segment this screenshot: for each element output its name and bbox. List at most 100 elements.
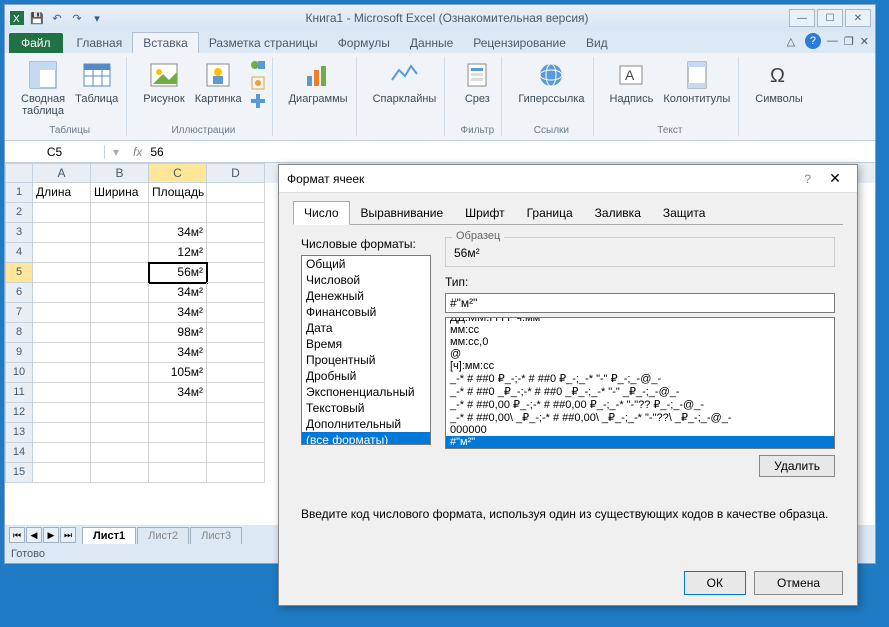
help-icon[interactable]: ?	[805, 33, 821, 49]
dialog-tab-4[interactable]: Заливка	[584, 201, 652, 225]
cell[interactable]	[207, 183, 265, 203]
col-header-B[interactable]: B	[91, 163, 149, 183]
row-header-1[interactable]: 1	[5, 183, 33, 203]
cancel-button[interactable]: Отмена	[754, 571, 843, 595]
header-footer-button[interactable]: Колонтитулы	[661, 57, 732, 107]
type-item[interactable]: _-* # ##0 _₽_-;-* # ##0 _₽_-;_-* "-" _₽_…	[446, 385, 834, 398]
cell[interactable]	[149, 463, 207, 483]
cell[interactable]: Длина	[33, 183, 91, 203]
cell[interactable]: 34м²	[149, 223, 207, 243]
col-header-C[interactable]: C	[149, 163, 207, 183]
cell[interactable]	[33, 263, 91, 283]
cell[interactable]	[33, 343, 91, 363]
cell[interactable]: 105м²	[149, 363, 207, 383]
row-header-7[interactable]: 7	[5, 303, 33, 323]
textbox-button[interactable]: AНадпись	[608, 57, 656, 107]
name-box[interactable]: C5	[5, 145, 105, 159]
hyperlink-button[interactable]: Гиперссылка	[516, 57, 586, 107]
tab-view[interactable]: Вид	[576, 33, 618, 53]
cell[interactable]	[91, 283, 149, 303]
row-header-11[interactable]: 11	[5, 383, 33, 403]
cell[interactable]: Площадь	[149, 183, 207, 203]
cell[interactable]	[207, 443, 265, 463]
dialog-tab-2[interactable]: Шрифт	[454, 201, 515, 225]
minimize-ribbon-icon[interactable]: △	[783, 33, 799, 49]
dialog-help-icon[interactable]: ?	[804, 172, 811, 186]
cell[interactable]	[207, 343, 265, 363]
row-header-8[interactable]: 8	[5, 323, 33, 343]
clipart-button[interactable]: Картинка	[193, 57, 244, 107]
maximize-button[interactable]: ☐	[817, 9, 843, 27]
cell[interactable]	[33, 383, 91, 403]
file-tab[interactable]: Файл	[9, 33, 63, 53]
cell[interactable]	[207, 323, 265, 343]
cell[interactable]	[207, 423, 265, 443]
qat-dropdown-icon[interactable]: ▾	[89, 10, 105, 26]
type-item[interactable]: @	[446, 348, 834, 360]
category-item[interactable]: Процентный	[302, 352, 430, 368]
type-list[interactable]: ДД.ММ.ГГГГ ч:мммм:ссмм:сс,0@[ч]:мм:сс_-*…	[445, 317, 835, 449]
cell[interactable]	[33, 243, 91, 263]
cell[interactable]	[149, 403, 207, 423]
cell[interactable]	[149, 203, 207, 223]
save-icon[interactable]: 💾	[29, 10, 45, 26]
type-item[interactable]: _-* # ##0,00\ _₽_-;-* # ##0,00\ _₽_-;_-*…	[446, 411, 834, 424]
sheet-tab-2[interactable]: Лист2	[137, 527, 189, 544]
tab-review[interactable]: Рецензирование	[463, 33, 576, 53]
cell[interactable]	[91, 263, 149, 283]
sheet-nav-last[interactable]: ⏭	[60, 527, 76, 543]
sheet-tab-1[interactable]: Лист1	[82, 527, 136, 544]
cell[interactable]: 34м²	[149, 383, 207, 403]
cell[interactable]	[207, 403, 265, 423]
sheet-nav-first[interactable]: ⏮	[9, 527, 25, 543]
row-header-14[interactable]: 14	[5, 443, 33, 463]
sheet-tab-3[interactable]: Лист3	[190, 527, 242, 544]
dialog-tab-1[interactable]: Выравнивание	[350, 201, 455, 225]
ok-button[interactable]: ОК	[684, 571, 746, 595]
row-header-12[interactable]: 12	[5, 403, 33, 423]
row-header-6[interactable]: 6	[5, 283, 33, 303]
cell[interactable]	[91, 223, 149, 243]
cell[interactable]	[91, 423, 149, 443]
row-header-13[interactable]: 13	[5, 423, 33, 443]
cell[interactable]	[207, 303, 265, 323]
cell[interactable]	[33, 363, 91, 383]
row-header-3[interactable]: 3	[5, 223, 33, 243]
cell[interactable]	[207, 263, 265, 283]
category-list[interactable]: ОбщийЧисловойДенежныйФинансовыйДатаВремя…	[301, 255, 431, 445]
cell[interactable]	[33, 203, 91, 223]
shapes-group[interactable]	[250, 57, 266, 109]
doc-minimize-icon[interactable]: —	[827, 35, 838, 47]
dialog-close-button[interactable]: ✕	[821, 169, 849, 189]
sheet-nav-next[interactable]: ▶	[43, 527, 59, 543]
cell[interactable]	[91, 403, 149, 423]
cell[interactable]	[91, 323, 149, 343]
category-item[interactable]: Денежный	[302, 288, 430, 304]
cell[interactable]	[207, 383, 265, 403]
type-item[interactable]: #"м²"	[446, 436, 834, 448]
type-input[interactable]	[445, 293, 835, 313]
slicer-button[interactable]: Срез	[459, 57, 495, 107]
category-item[interactable]: Дата	[302, 320, 430, 336]
category-item[interactable]: Общий	[302, 256, 430, 272]
cell[interactable]	[33, 283, 91, 303]
dialog-tab-0[interactable]: Число	[293, 201, 350, 225]
row-header-10[interactable]: 10	[5, 363, 33, 383]
cell[interactable]: 12м²	[149, 243, 207, 263]
doc-close-icon[interactable]: ✕	[860, 35, 869, 48]
row-header-4[interactable]: 4	[5, 243, 33, 263]
category-item[interactable]: Финансовый	[302, 304, 430, 320]
category-item[interactable]: Дробный	[302, 368, 430, 384]
category-item[interactable]: Экспоненциальный	[302, 384, 430, 400]
row-header-15[interactable]: 15	[5, 463, 33, 483]
cell[interactable]: 98м²	[149, 323, 207, 343]
type-item[interactable]: _-* # ##0,00 ₽_-;-* # ##0,00 ₽_-;_-* "-"…	[446, 398, 834, 411]
cell[interactable]: 34м²	[149, 343, 207, 363]
cell[interactable]	[33, 423, 91, 443]
cell[interactable]	[33, 403, 91, 423]
formula-input[interactable]: 56	[150, 145, 163, 159]
row-header-5[interactable]: 5	[5, 263, 33, 283]
sheet-nav-prev[interactable]: ◀	[26, 527, 42, 543]
cell[interactable]	[149, 443, 207, 463]
cell[interactable]: Ширина	[91, 183, 149, 203]
